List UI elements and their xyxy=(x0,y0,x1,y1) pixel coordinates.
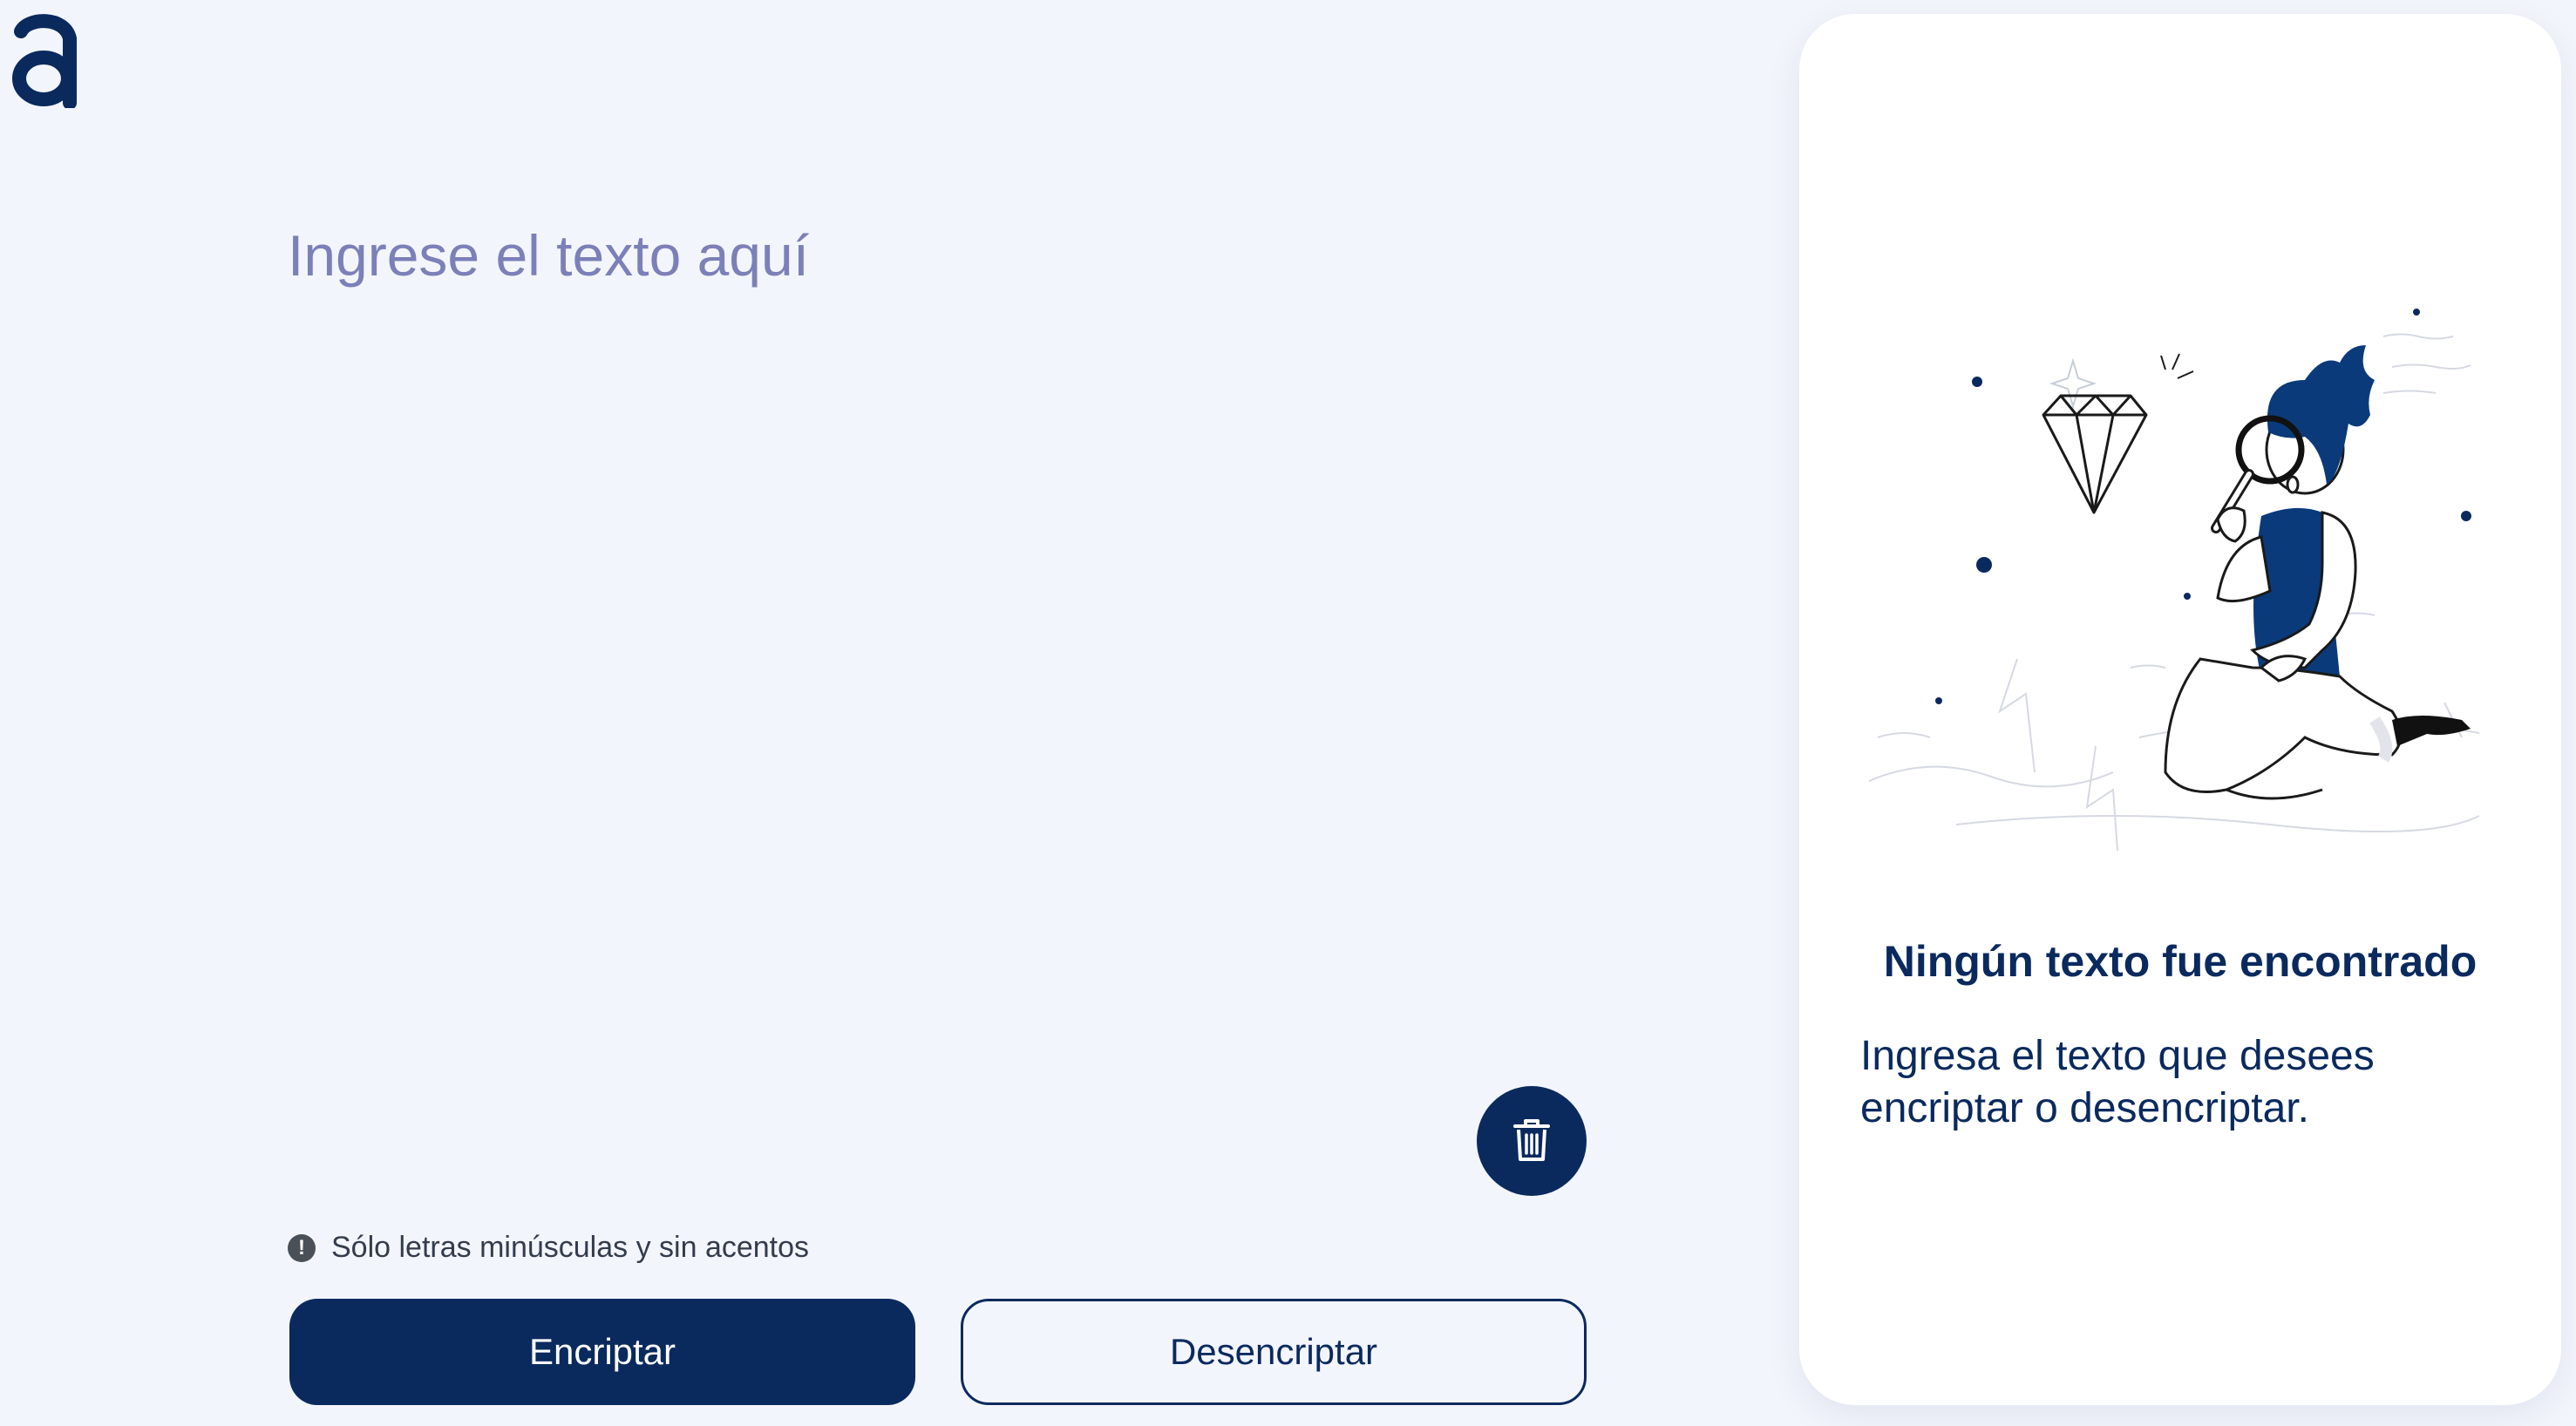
trash-icon xyxy=(1513,1119,1550,1161)
hint-text: Sólo letras minúsculas y sin acentos xyxy=(331,1231,810,1264)
decrypt-button[interactable]: Desencriptar xyxy=(961,1299,1587,1405)
clear-text-button[interactable] xyxy=(1477,1086,1587,1196)
input-hint: ! Sólo letras minúsculas y sin acentos xyxy=(288,1231,809,1265)
exclamation-circle-icon: ! xyxy=(288,1233,316,1262)
result-title: Ningún texto fue encontrado xyxy=(1883,937,2477,986)
result-description: Ingresa el texto que desees encriptar o … xyxy=(1860,1033,2375,1131)
result-panel: Ningún texto fue encontrado Ingresa el t… xyxy=(1799,14,2561,1405)
text-input[interactable] xyxy=(288,222,1595,1050)
encrypt-button[interactable]: Encriptar xyxy=(289,1299,915,1405)
app-page: ! Sólo letras minúsculas y sin acentos E… xyxy=(0,0,2576,1426)
alura-a-logo-icon xyxy=(12,14,77,108)
person-with-magnifier-illustration xyxy=(1868,309,2480,852)
